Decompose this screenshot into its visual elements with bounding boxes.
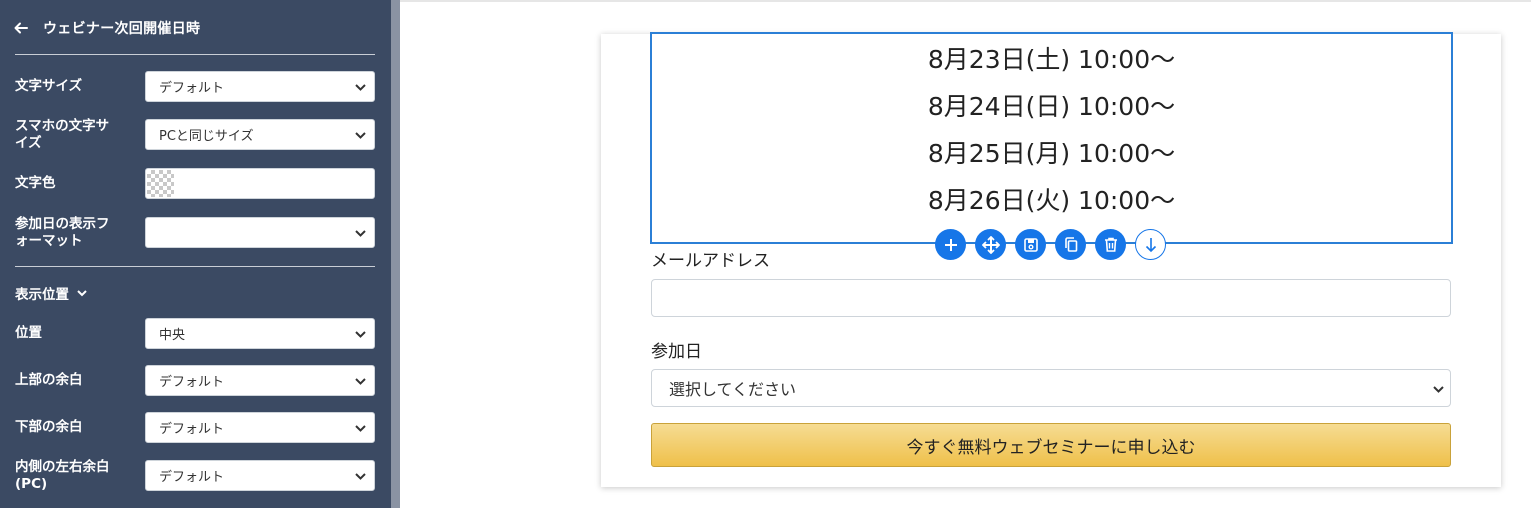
trash-icon: [1104, 237, 1117, 252]
chevron-down-icon: [1433, 386, 1444, 393]
font-size-label: 文字サイズ: [15, 78, 83, 94]
arrow-down-icon: [1145, 237, 1156, 252]
chevron-down-icon: [355, 331, 366, 338]
display-position-label: 表示位置: [15, 287, 69, 303]
inner-padding-label: 内側の左右余白(PC): [15, 458, 110, 492]
submit-button-label: 今すぐ無料ウェブセミナーに申し込む: [906, 437, 1196, 458]
chevron-down-icon: [355, 84, 366, 91]
mobile-font-size-value: PCと同じサイズ: [159, 129, 254, 144]
position-row: 位置 中央: [15, 318, 375, 349]
text-color-label: 文字色: [15, 175, 56, 191]
email-label: メールアドレス: [651, 251, 770, 271]
move-block-button[interactable]: [975, 229, 1006, 260]
position-select[interactable]: 中央: [145, 318, 375, 349]
save-block-button[interactable]: [1015, 229, 1046, 260]
bottom-margin-select[interactable]: デフォルト: [145, 412, 375, 443]
inner-padding-select[interactable]: デフォルト: [145, 460, 375, 491]
settings-sidebar: ウェビナー次回開催日時 文字サイズ デフォルト スマホの文字サイズ PCと同じサ…: [0, 0, 391, 508]
text-color-row: 文字色: [15, 168, 375, 199]
inner-padding-value: デフォルト: [159, 470, 225, 485]
top-margin-label: 上部の余白: [15, 372, 83, 388]
save-icon: [1023, 237, 1038, 252]
copy-icon: [1064, 237, 1077, 252]
date-format-row: 参加日の表示フォーマット: [15, 215, 375, 249]
date-option: 8月24日(日) 10:00〜: [927, 92, 1176, 121]
sidebar-divider: [15, 266, 375, 267]
plus-icon: [944, 238, 957, 251]
chevron-down-icon: [77, 290, 87, 297]
top-margin-value: デフォルト: [159, 375, 225, 390]
chevron-down-icon: [355, 378, 366, 385]
bottom-margin-row: 下部の余白 デフォルト: [15, 412, 375, 443]
chevron-down-icon: [355, 132, 366, 139]
top-margin-row: 上部の余白 デフォルト: [15, 365, 375, 396]
sidebar-header: ウェビナー次回開催日時: [0, 0, 391, 55]
sidebar-title: ウェビナー次回開催日時: [43, 20, 201, 37]
text-color-picker[interactable]: [145, 168, 375, 199]
date-label: 参加日: [651, 342, 702, 362]
sidebar-divider: [15, 54, 375, 55]
top-margin-select[interactable]: デフォルト: [145, 365, 375, 396]
chevron-down-icon: [355, 425, 366, 432]
chevron-down-icon: [355, 473, 366, 480]
canvas-top-border: [400, 0, 1531, 2]
delete-block-button[interactable]: [1095, 229, 1126, 260]
add-block-button[interactable]: [935, 229, 966, 260]
date-option: 8月26日(火) 10:00〜: [927, 186, 1176, 215]
position-label: 位置: [15, 325, 42, 341]
date-format-select[interactable]: [145, 217, 375, 248]
date-option: 8月25日(月) 10:00〜: [927, 139, 1176, 168]
email-field[interactable]: [651, 279, 1451, 317]
submit-button[interactable]: 今すぐ無料ウェブセミナーに申し込む: [651, 423, 1451, 467]
bottom-margin-value: デフォルト: [159, 422, 225, 437]
bottom-margin-label: 下部の余白: [15, 419, 83, 435]
font-size-row: 文字サイズ デフォルト: [15, 71, 375, 102]
mobile-font-size-select[interactable]: PCと同じサイズ: [145, 119, 375, 150]
sidebar-scrollbar[interactable]: [391, 0, 400, 508]
date-select[interactable]: 選択してください: [651, 369, 1451, 407]
display-position-toggle[interactable]: 表示位置: [15, 283, 87, 303]
back-arrow-icon[interactable]: [13, 20, 29, 36]
font-size-select[interactable]: デフォルト: [145, 71, 375, 102]
position-value: 中央: [159, 328, 186, 343]
copy-block-button[interactable]: [1055, 229, 1086, 260]
font-size-value: デフォルト: [159, 81, 225, 96]
inner-padding-row: 内側の左右余白(PC) デフォルト: [15, 458, 375, 492]
move-icon: [981, 235, 1000, 254]
selected-date-block[interactable]: 8月23日(土) 10:00〜 8月24日(日) 10:00〜 8月25日(月)…: [650, 32, 1453, 244]
chevron-down-icon: [355, 230, 366, 237]
color-swatch[interactable]: [147, 170, 174, 197]
date-option: 8月23日(土) 10:00〜: [927, 45, 1176, 74]
move-down-button[interactable]: [1135, 229, 1166, 260]
block-toolbar: [935, 229, 1175, 260]
mobile-font-size-row: スマホの文字サイズ PCと同じサイズ: [15, 117, 375, 151]
mobile-font-size-label: スマホの文字サイズ: [15, 117, 110, 151]
date-select-value: 選択してください: [669, 380, 797, 399]
date-format-label: 参加日の表示フォーマット: [15, 215, 110, 249]
